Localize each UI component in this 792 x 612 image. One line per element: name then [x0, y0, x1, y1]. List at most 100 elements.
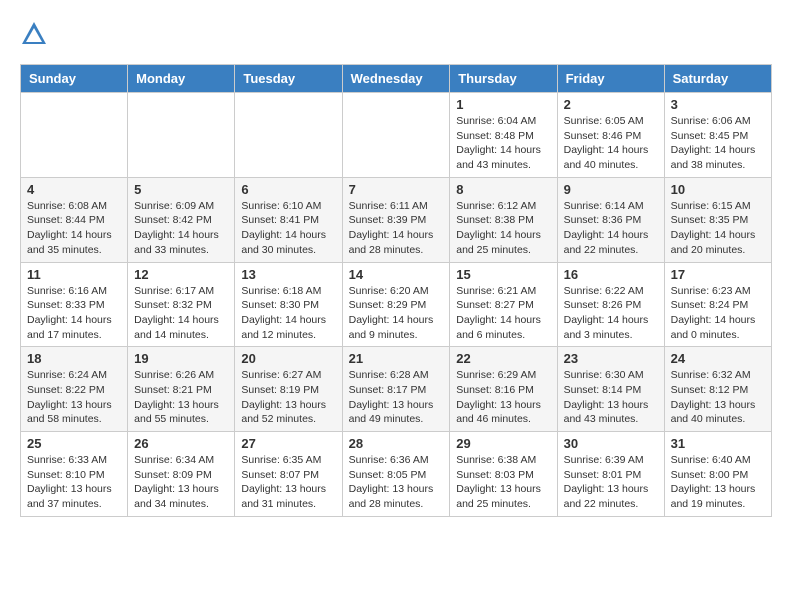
calendar-week-3: 11Sunrise: 6:16 AM Sunset: 8:33 PM Dayli… — [21, 262, 772, 347]
calendar-cell: 21 Sunrise: 6:28 AM Sunset: 8:17 PM Dayli… — [342, 347, 450, 432]
calendar-cell: 2 Sunrise: 6:05 AM Sunset: 8:46 PM Daylig… — [557, 93, 664, 178]
day-info: Sunrise: 6:06 AM Sunset: 8:45 PM Dayligh… — [671, 114, 765, 173]
day-number: 7 — [349, 182, 444, 197]
day-number: 28 — [349, 436, 444, 451]
calendar-cell: 5 Sunrise: 6:09 AM Sunset: 8:42 PM Daylig… — [128, 177, 235, 262]
calendar-week-4: 18Sunrise: 6:24 AM Sunset: 8:22 PM Dayli… — [21, 347, 772, 432]
calendar-cell: 3Sunrise: 6:06 AM Sunset: 8:45 PM Daylig… — [664, 93, 771, 178]
calendar-week-2: 4 Sunrise: 6:08 AM Sunset: 8:44 PM Daylig… — [21, 177, 772, 262]
calendar-week-5: 25 Sunrise: 6:33 AM Sunset: 8:10 PM Dayli… — [21, 432, 772, 517]
day-number: 30 — [564, 436, 658, 451]
calendar-cell: 23 Sunrise: 6:30 AM Sunset: 8:14 PM Dayli… — [557, 347, 664, 432]
calendar-cell: 31 Sunrise: 6:40 AM Sunset: 8:00 PM Dayli… — [664, 432, 771, 517]
calendar-cell — [342, 93, 450, 178]
day-number: 29 — [456, 436, 550, 451]
day-info: Sunrise: 6:24 AM Sunset: 8:22 PM Dayligh… — [27, 368, 121, 427]
day-number: 27 — [241, 436, 335, 451]
day-info: Sunrise: 6:32 AM Sunset: 8:12 PM Dayligh… — [671, 368, 765, 427]
day-info: Sunrise: 6:20 AM Sunset: 8:29 PM Dayligh… — [349, 284, 444, 343]
day-number: 31 — [671, 436, 765, 451]
calendar-cell: 26Sunrise: 6:34 AM Sunset: 8:09 PM Dayli… — [128, 432, 235, 517]
day-info: Sunrise: 6:21 AM Sunset: 8:27 PM Dayligh… — [456, 284, 550, 343]
day-of-week-monday: Monday — [128, 65, 235, 93]
day-info: Sunrise: 6:40 AM Sunset: 8:00 PM Dayligh… — [671, 453, 765, 512]
day-of-week-friday: Friday — [557, 65, 664, 93]
day-number: 6 — [241, 182, 335, 197]
calendar-cell: 11Sunrise: 6:16 AM Sunset: 8:33 PM Dayli… — [21, 262, 128, 347]
day-info: Sunrise: 6:18 AM Sunset: 8:30 PM Dayligh… — [241, 284, 335, 343]
day-number: 17 — [671, 267, 765, 282]
calendar-cell: 1 Sunrise: 6:04 AM Sunset: 8:48 PM Daylig… — [450, 93, 557, 178]
day-info: Sunrise: 6:28 AM Sunset: 8:17 PM Dayligh… — [349, 368, 444, 427]
day-of-week-sunday: Sunday — [21, 65, 128, 93]
day-number: 22 — [456, 351, 550, 366]
calendar-cell: 27 Sunrise: 6:35 AM Sunset: 8:07 PM Dayli… — [235, 432, 342, 517]
day-info: Sunrise: 6:34 AM Sunset: 8:09 PM Dayligh… — [134, 453, 228, 512]
calendar-cell: 10 Sunrise: 6:15 AM Sunset: 8:35 PM Dayli… — [664, 177, 771, 262]
day-number: 16 — [564, 267, 658, 282]
calendar-cell: 7 Sunrise: 6:11 AM Sunset: 8:39 PM Daylig… — [342, 177, 450, 262]
calendar-cell: 28Sunrise: 6:36 AM Sunset: 8:05 PM Dayli… — [342, 432, 450, 517]
calendar-cell: 16 Sunrise: 6:22 AM Sunset: 8:26 PM Dayli… — [557, 262, 664, 347]
calendar-cell: 19Sunrise: 6:26 AM Sunset: 8:21 PM Dayli… — [128, 347, 235, 432]
day-of-week-saturday: Saturday — [664, 65, 771, 93]
day-of-week-tuesday: Tuesday — [235, 65, 342, 93]
day-info: Sunrise: 6:17 AM Sunset: 8:32 PM Dayligh… — [134, 284, 228, 343]
calendar-cell: 9 Sunrise: 6:14 AM Sunset: 8:36 PM Daylig… — [557, 177, 664, 262]
calendar-cell: 13Sunrise: 6:18 AM Sunset: 8:30 PM Dayli… — [235, 262, 342, 347]
calendar-cell: 20 Sunrise: 6:27 AM Sunset: 8:19 PM Dayli… — [235, 347, 342, 432]
day-info: Sunrise: 6:09 AM Sunset: 8:42 PM Dayligh… — [134, 199, 228, 258]
day-info: Sunrise: 6:05 AM Sunset: 8:46 PM Dayligh… — [564, 114, 658, 173]
calendar-cell: 4 Sunrise: 6:08 AM Sunset: 8:44 PM Daylig… — [21, 177, 128, 262]
logo-icon — [20, 20, 48, 48]
day-info: Sunrise: 6:22 AM Sunset: 8:26 PM Dayligh… — [564, 284, 658, 343]
day-number: 9 — [564, 182, 658, 197]
day-number: 15 — [456, 267, 550, 282]
day-number: 11 — [27, 267, 121, 282]
day-info: Sunrise: 6:08 AM Sunset: 8:44 PM Dayligh… — [27, 199, 121, 258]
day-info: Sunrise: 6:11 AM Sunset: 8:39 PM Dayligh… — [349, 199, 444, 258]
day-number: 24 — [671, 351, 765, 366]
calendar-cell: 15 Sunrise: 6:21 AM Sunset: 8:27 PM Dayli… — [450, 262, 557, 347]
day-info: Sunrise: 6:33 AM Sunset: 8:10 PM Dayligh… — [27, 453, 121, 512]
day-number: 12 — [134, 267, 228, 282]
day-number: 25 — [27, 436, 121, 451]
day-of-week-wednesday: Wednesday — [342, 65, 450, 93]
day-info: Sunrise: 6:12 AM Sunset: 8:38 PM Dayligh… — [456, 199, 550, 258]
day-info: Sunrise: 6:39 AM Sunset: 8:01 PM Dayligh… — [564, 453, 658, 512]
day-number: 8 — [456, 182, 550, 197]
header — [20, 20, 772, 48]
day-of-week-thursday: Thursday — [450, 65, 557, 93]
day-number: 19 — [134, 351, 228, 366]
day-number: 5 — [134, 182, 228, 197]
calendar-cell: 6Sunrise: 6:10 AM Sunset: 8:41 PM Daylig… — [235, 177, 342, 262]
calendar-cell: 30 Sunrise: 6:39 AM Sunset: 8:01 PM Dayli… — [557, 432, 664, 517]
calendar-cell: 22 Sunrise: 6:29 AM Sunset: 8:16 PM Dayli… — [450, 347, 557, 432]
calendar-cell — [235, 93, 342, 178]
day-number: 21 — [349, 351, 444, 366]
calendar-header-row: SundayMondayTuesdayWednesdayThursdayFrid… — [21, 65, 772, 93]
day-number: 23 — [564, 351, 658, 366]
calendar-cell — [128, 93, 235, 178]
day-number: 20 — [241, 351, 335, 366]
calendar-cell: 17Sunrise: 6:23 AM Sunset: 8:24 PM Dayli… — [664, 262, 771, 347]
day-number: 2 — [564, 97, 658, 112]
calendar-cell: 8 Sunrise: 6:12 AM Sunset: 8:38 PM Daylig… — [450, 177, 557, 262]
calendar-cell: 29 Sunrise: 6:38 AM Sunset: 8:03 PM Dayli… — [450, 432, 557, 517]
day-info: Sunrise: 6:14 AM Sunset: 8:36 PM Dayligh… — [564, 199, 658, 258]
day-number: 14 — [349, 267, 444, 282]
calendar-cell: 14 Sunrise: 6:20 AM Sunset: 8:29 PM Dayli… — [342, 262, 450, 347]
day-info: Sunrise: 6:15 AM Sunset: 8:35 PM Dayligh… — [671, 199, 765, 258]
day-number: 1 — [456, 97, 550, 112]
calendar-cell — [21, 93, 128, 178]
calendar-week-1: 1 Sunrise: 6:04 AM Sunset: 8:48 PM Daylig… — [21, 93, 772, 178]
day-info: Sunrise: 6:38 AM Sunset: 8:03 PM Dayligh… — [456, 453, 550, 512]
day-info: Sunrise: 6:30 AM Sunset: 8:14 PM Dayligh… — [564, 368, 658, 427]
day-info: Sunrise: 6:35 AM Sunset: 8:07 PM Dayligh… — [241, 453, 335, 512]
day-number: 10 — [671, 182, 765, 197]
day-number: 4 — [27, 182, 121, 197]
day-info: Sunrise: 6:27 AM Sunset: 8:19 PM Dayligh… — [241, 368, 335, 427]
day-info: Sunrise: 6:04 AM Sunset: 8:48 PM Dayligh… — [456, 114, 550, 173]
calendar-cell: 24 Sunrise: 6:32 AM Sunset: 8:12 PM Dayli… — [664, 347, 771, 432]
day-info: Sunrise: 6:29 AM Sunset: 8:16 PM Dayligh… — [456, 368, 550, 427]
